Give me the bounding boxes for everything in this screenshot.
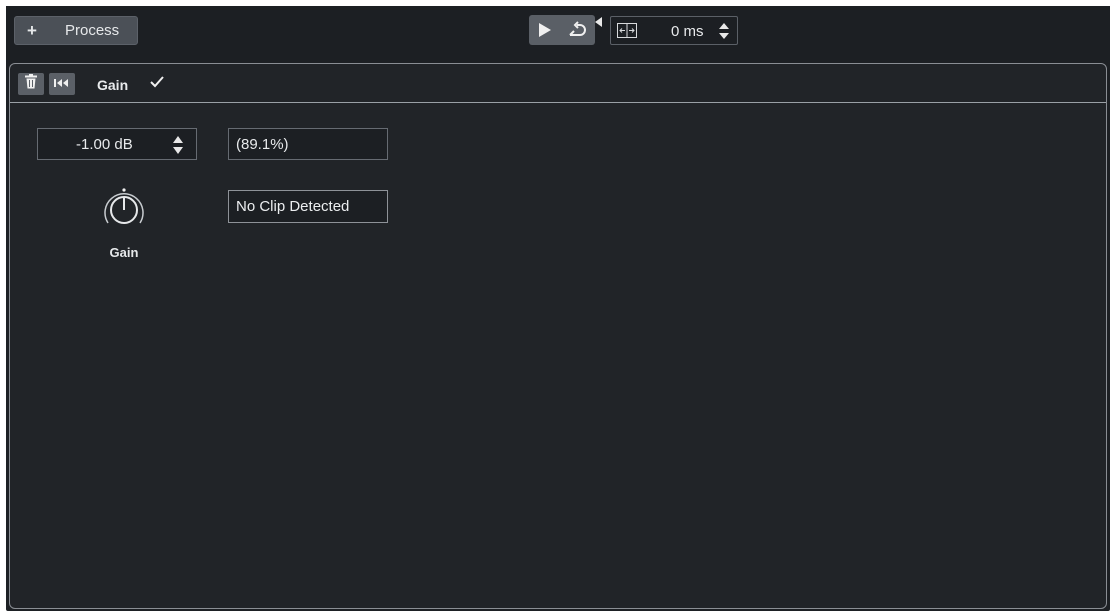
stepper-icon[interactable] xyxy=(718,21,730,45)
gain-value-field[interactable]: -1.00 dB xyxy=(37,128,197,160)
prelisten-field[interactable]: 0 ms xyxy=(610,16,738,45)
process-button[interactable]: + Process xyxy=(14,16,138,45)
reset-module-button[interactable] xyxy=(49,73,75,95)
loop-icon[interactable] xyxy=(561,15,593,45)
gain-knob[interactable] xyxy=(99,185,149,235)
crossfade-icon xyxy=(617,23,637,38)
gain-percent: (89.1%) xyxy=(236,136,289,153)
plugin-window: + Process 0 ms Gain -1.00 dB (89.1%) No … xyxy=(6,6,1110,611)
process-label: Process xyxy=(65,22,120,39)
module-title: Gain xyxy=(97,77,129,93)
module-header: Gain xyxy=(10,64,1106,103)
delete-module-button[interactable] xyxy=(18,73,44,95)
checkmark-icon[interactable] xyxy=(149,75,165,94)
prelisten-value: 0 ms xyxy=(671,23,704,40)
play-icon[interactable] xyxy=(529,15,561,45)
loop-marker-icon xyxy=(595,17,602,27)
gain-module-panel: Gain -1.00 dB (89.1%) No Clip Detected G… xyxy=(9,63,1107,609)
preview-controls xyxy=(529,15,595,45)
plus-icon: + xyxy=(27,20,37,40)
trash-icon xyxy=(24,74,38,94)
skip-back-icon xyxy=(54,75,70,93)
stepper-icon[interactable] xyxy=(172,134,184,160)
clip-status: No Clip Detected xyxy=(236,198,350,215)
gain-percent-field: (89.1%) xyxy=(228,128,388,160)
gain-knob-label: Gain xyxy=(109,245,139,260)
gain-value: -1.00 dB xyxy=(76,136,133,153)
clip-status-field: No Clip Detected xyxy=(228,190,388,223)
toolbar: + Process 0 ms xyxy=(6,6,1110,60)
